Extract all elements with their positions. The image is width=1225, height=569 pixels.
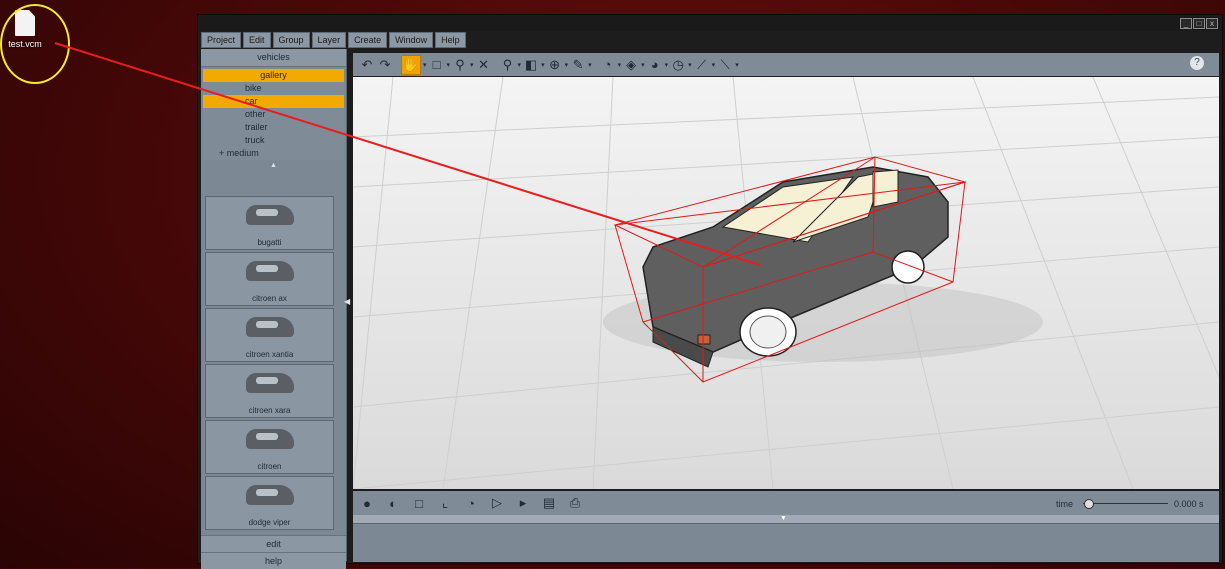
category-truck[interactable]: truck	[203, 134, 344, 147]
thumbnail-item[interactable]: citroen xara	[205, 364, 334, 418]
sequence-icon[interactable]: ▸	[515, 495, 531, 511]
car-thumbnail-icon	[246, 485, 294, 505]
lower-panel	[353, 523, 1219, 562]
chevron-down-icon[interactable]: ▾	[565, 61, 569, 69]
car-thumbnail-icon	[246, 317, 294, 337]
chevron-down-icon[interactable]: ▾	[518, 61, 522, 69]
chevron-down-icon[interactable]: ▾	[447, 61, 451, 69]
camera-icon[interactable]: ◔	[463, 495, 479, 511]
transform-icon[interactable]: ⚲	[452, 57, 468, 73]
menu-project[interactable]: Project	[201, 32, 242, 48]
menu-create[interactable]: Create	[348, 32, 388, 48]
thumbnail-item[interactable]: dodge viper	[205, 476, 334, 530]
scroll-up-icon[interactable]: ▲	[201, 160, 346, 172]
menu-help[interactable]: Help	[435, 32, 466, 48]
time-slider[interactable]	[1083, 503, 1168, 504]
chevron-down-icon[interactable]: ▾	[688, 61, 692, 69]
vehicles-header[interactable]: vehicles	[201, 49, 346, 67]
3d-viewport[interactable]	[353, 77, 1219, 489]
time-slider-handle[interactable]	[1084, 499, 1094, 509]
chevron-down-icon[interactable]: ▾	[641, 61, 645, 69]
thumbnail-label: citroen xantia	[245, 350, 294, 359]
head-icon[interactable]: ◐	[385, 495, 401, 511]
thumbnail-item[interactable]: citroen ax	[205, 252, 334, 306]
chevron-down-icon[interactable]: ▾	[588, 61, 592, 69]
thumbnail-item[interactable]: citroen xantia	[205, 308, 334, 362]
zoom-icon[interactable]: ⚲	[500, 57, 516, 73]
car-thumbnail-icon	[246, 373, 294, 393]
expand-plus-icon: +	[219, 148, 227, 158]
chevron-down-icon[interactable]: ▾	[423, 61, 427, 69]
close-button[interactable]: x	[1206, 18, 1218, 29]
tail-light-icon	[697, 334, 711, 345]
menu-edit[interactable]: Edit	[243, 32, 271, 48]
time-value: 0.000 s	[1174, 499, 1204, 509]
category-medium-label: medium	[226, 148, 259, 158]
category-car[interactable]: car	[203, 95, 344, 108]
category-list: gallery bike car other trailer truck + m…	[203, 69, 344, 160]
chevron-down-icon[interactable]: ▾	[712, 61, 716, 69]
help-icon[interactable]: ?	[1190, 56, 1204, 70]
print-icon[interactable]: ⎙	[567, 495, 583, 511]
pan-hand-icon[interactable]: ✋	[401, 54, 421, 75]
menu-bar: Project Edit Group Layer Create Window H…	[201, 32, 466, 48]
app-window: _ □ x Project Edit Group Layer Create Wi…	[197, 14, 1223, 569]
time-label: time	[1056, 499, 1074, 509]
path-icon[interactable]: ⟋	[694, 57, 710, 73]
chevron-down-icon[interactable]: ▾	[541, 61, 545, 69]
menu-layer[interactable]: Layer	[311, 32, 347, 48]
car-thumbnail-icon	[246, 429, 294, 449]
category-other[interactable]: other	[203, 108, 344, 121]
menu-window[interactable]: Window	[389, 32, 434, 48]
thumbnail-list: bugatti citroen ax citroen xantia citroe…	[203, 194, 336, 532]
redo-icon[interactable]: ↷	[377, 57, 393, 73]
thumbnail-label: bugatti	[257, 238, 282, 247]
maximize-button[interactable]: □	[1193, 18, 1205, 29]
report-icon[interactable]: ▤	[541, 495, 557, 511]
car-thumbnail-icon	[246, 261, 294, 281]
thumbnail-item[interactable]: citroen	[205, 420, 334, 474]
minimize-button[interactable]: _	[1180, 18, 1192, 29]
play-icon[interactable]: ▷	[489, 495, 505, 511]
chevron-down-icon[interactable]: ▾	[665, 61, 669, 69]
chevron-down-icon[interactable]: ▾	[470, 61, 474, 69]
category-medium[interactable]: + medium	[203, 147, 344, 160]
cube-icon[interactable]: ◧	[523, 57, 539, 73]
edit-button[interactable]: edit	[201, 535, 346, 552]
rear-wheel	[891, 250, 925, 284]
thumbnail-label: citroen	[257, 462, 282, 471]
category-bike[interactable]: bike	[203, 82, 344, 95]
rotate-icon[interactable]: ◷	[670, 57, 686, 73]
thumbnail-label: citroen xara	[248, 406, 291, 415]
car-thumbnail-icon	[246, 205, 294, 225]
frame-icon[interactable]: □	[411, 495, 427, 511]
expand-down-icon[interactable]: ▼	[780, 515, 787, 522]
sphere-icon[interactable]: ●	[359, 495, 375, 511]
help-button[interactable]: help	[201, 552, 346, 569]
highlight-ring	[0, 4, 70, 84]
delete-icon[interactable]: ✕	[476, 57, 492, 73]
select-box-icon[interactable]: □	[429, 57, 445, 73]
ruler-icon[interactable]: ⟍	[717, 57, 733, 73]
graph-icon[interactable]: ⌞	[437, 495, 453, 511]
menu-group[interactable]: Group	[272, 32, 310, 48]
thumbnail-item[interactable]: bugatti	[205, 196, 334, 250]
chevron-down-icon[interactable]: ▾	[735, 61, 739, 69]
pen-icon[interactable]: ✎	[570, 57, 586, 73]
thumbnail-label: citroen ax	[252, 294, 287, 303]
main-toolbar: ↶ ↷ ✋ ▾ □ ▾ ⚲ ▾ ✕ ⚲ ▾ ◧ ▾ ⊕ ▾ ✎ ▾ ◔ ▾ ◈ ▾ ◕ ▾ ◷ ▾ ⟋…	[353, 53, 1219, 76]
vehicle-library-panel: vehicles gallery bike car other trailer …	[201, 49, 347, 569]
dial-icon[interactable]: ◕	[647, 57, 663, 73]
collapse-panel-icon[interactable]: ◀	[344, 297, 350, 313]
gauge-icon[interactable]: ◔	[600, 57, 616, 73]
category-trailer[interactable]: trailer	[203, 121, 344, 134]
category-gallery[interactable]: gallery	[203, 69, 344, 82]
tag-icon[interactable]: ◈	[623, 57, 639, 73]
title-bar: _ □ x	[198, 15, 1222, 31]
orbit-icon[interactable]: ⊕	[547, 57, 563, 73]
thumbnail-label: dodge viper	[248, 518, 291, 527]
chevron-down-icon[interactable]: ▾	[618, 61, 622, 69]
undo-icon[interactable]: ↶	[359, 57, 375, 73]
